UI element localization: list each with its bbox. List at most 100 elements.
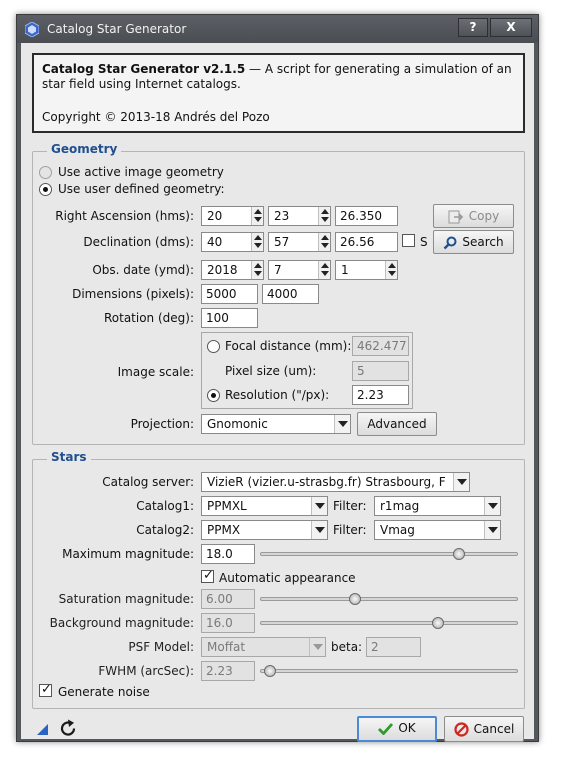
catalog2-select[interactable]: PPMX [201,520,328,540]
new-instance-icon[interactable] [37,724,48,735]
image-scale-label: Image scale: [117,365,194,379]
use-active-geometry-radio[interactable] [39,166,52,179]
obs-year-spin-arrows[interactable] [251,261,263,279]
dec-seconds-input[interactable]: 26.56 [335,232,398,252]
max-magnitude-input[interactable]: 18.0 [201,544,255,564]
generate-noise-checkbox[interactable]: ✓ [39,682,52,697]
catalog1-filter-dropdown-arrow[interactable] [484,497,500,515]
catalog1-filter-select[interactable]: r1mag [374,496,501,516]
obs-month-value: 7 [274,263,282,277]
use-active-geometry-label[interactable]: Use active image geometry [58,165,224,179]
projection-dropdown-arrow[interactable] [334,415,350,433]
dimensions-label: Dimensions (pixels): [72,287,194,301]
catalog2-dropdown-arrow[interactable] [311,521,327,539]
projection-select[interactable]: Gnomonic [201,414,351,434]
title-bar[interactable]: Catalog Star Generator ? X [17,15,538,43]
obs-date-label: Obs. date (ymd): [92,263,194,277]
saturation-magnitude-input[interactable]: 6.00 [201,589,255,609]
beta-input[interactable]: 2 [366,637,421,657]
dec-minutes-spinner[interactable]: 57 [268,232,331,252]
background-magnitude-input[interactable]: 16.0 [201,613,255,633]
width-input[interactable]: 5000 [201,284,258,304]
catalog2-label: Catalog2: [136,523,194,537]
dec-minutes-spin-arrows[interactable] [318,233,330,251]
psf-model-label: PSF Model: [128,640,194,654]
resolution-label[interactable]: Resolution ("/px): [225,388,329,402]
help-button[interactable]: ? [458,18,488,37]
automatic-appearance-label[interactable]: Automatic appearance [219,571,356,585]
copy-button[interactable]: Copy [433,204,514,228]
obs-year-spinner[interactable]: 2018 [201,260,264,280]
obs-day-spinner[interactable]: 1 [335,260,398,280]
height-input[interactable]: 4000 [262,284,319,304]
ra-hours-spin-arrows[interactable] [251,207,263,225]
south-checkbox[interactable] [402,234,415,247]
cancel-button-label: Cancel [473,722,515,736]
close-button[interactable]: X [490,18,532,37]
dec-degrees-spinner[interactable]: 40 [201,232,264,252]
resolution-radio[interactable] [207,389,220,402]
focal-distance-input[interactable]: 462.477 [352,336,409,356]
saturation-magnitude-slider-thumb[interactable] [349,593,362,605]
max-magnitude-slider[interactable] [260,548,518,560]
obs-day-value: 1 [341,263,349,277]
cancel-button[interactable]: Cancel [444,716,524,742]
copyright-text: Copyright © 2013-18 Andrés del Pozo [42,110,270,124]
stars-group-title[interactable]: Stars [47,450,91,464]
obs-month-spin-arrows[interactable] [318,261,330,279]
fwhm-slider[interactable] [260,665,518,677]
generate-noise-label[interactable]: Generate noise [58,685,150,699]
app-logo-icon [25,22,39,37]
catalog2-filter-dropdown-arrow[interactable] [484,521,500,539]
image-scale-frame: Focal distance (mm): 462.477 Pixel size … [201,332,413,409]
geometry-group-title[interactable]: Geometry [47,142,122,156]
use-user-geometry-radio[interactable] [39,183,52,196]
catalog2-filter-select[interactable]: Vmag [374,520,501,540]
cancel-icon [454,722,469,737]
beta-label: beta: [331,640,363,654]
obs-month-spinner[interactable]: 7 [268,260,331,280]
use-user-geometry-label[interactable]: Use user defined geometry: [58,182,225,196]
focal-distance-radio[interactable] [207,340,220,353]
fwhm-label: FWHM (arcSec): [98,664,194,678]
search-button[interactable]: Search [433,230,514,254]
dec-degrees-spin-arrows[interactable] [251,233,263,251]
ra-minutes-spinner[interactable]: 23 [268,206,331,226]
catalog2-filter-label: Filter: [333,523,367,537]
advanced-button[interactable]: Advanced [357,412,437,436]
max-magnitude-slider-thumb[interactable] [452,548,465,560]
psf-model-select[interactable]: Moffat [201,637,326,657]
rotation-input[interactable]: 100 [201,308,258,328]
background-magnitude-slider-thumb[interactable] [432,617,445,629]
fwhm-input[interactable]: 2.23 [201,661,255,681]
resolution-input[interactable]: 2.23 [352,385,409,405]
projection-value: Gnomonic [207,417,268,431]
ok-button[interactable]: OK [357,716,437,742]
catalog2-filter-value: Vmag [380,523,415,537]
check-icon [378,723,394,735]
dialog-content: Catalog Star Generator v2.1.5 — A script… [21,43,534,742]
catalog-server-dropdown-arrow[interactable] [453,473,469,491]
automatic-appearance-checkbox[interactable]: ✓ [201,568,214,583]
pixel-size-label: Pixel size (um): [225,364,317,378]
catalog2-value: PPMX [207,523,241,537]
ra-hours-spinner[interactable]: 20 [201,206,264,226]
catalog1-filter-value: r1mag [380,499,420,513]
saturation-magnitude-slider[interactable] [260,593,518,605]
catalog1-dropdown-arrow[interactable] [311,497,327,515]
ra-minutes-spin-arrows[interactable] [318,207,330,225]
fwhm-slider-thumb[interactable] [264,665,277,677]
psf-model-dropdown-arrow[interactable] [309,638,325,656]
ra-label: Right Ascension (hms): [55,209,194,223]
obs-day-spin-arrows[interactable] [385,261,397,279]
pixel-size-input[interactable]: 5 [352,361,409,381]
south-label[interactable]: S [420,235,428,249]
catalog-server-value: VizieR (vizier.u-strasbg.fr) Strasbourg,… [207,475,446,489]
catalog1-select[interactable]: PPMXL [201,496,328,516]
reset-icon[interactable] [59,719,78,738]
dialog-window: Catalog Star Generator ? X Catalog Star … [16,14,539,742]
focal-distance-label[interactable]: Focal distance (mm): [225,339,351,353]
catalog-server-select[interactable]: VizieR (vizier.u-strasbg.fr) Strasbourg,… [201,472,470,492]
background-magnitude-slider[interactable] [260,617,518,629]
ra-seconds-input[interactable]: 26.350 [335,206,398,226]
